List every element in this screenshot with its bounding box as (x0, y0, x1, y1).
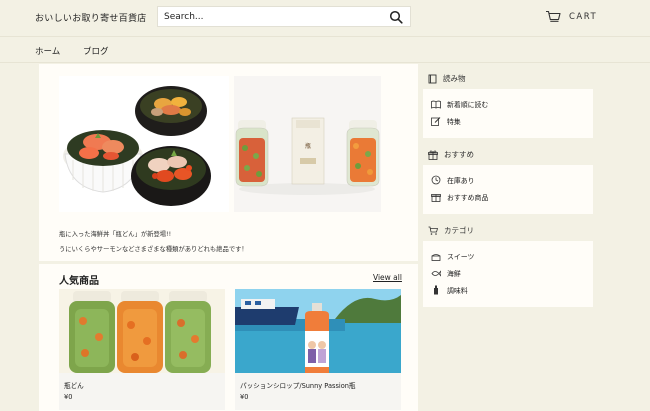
cart-icon (546, 10, 561, 22)
sidebar-box-category: スイーツ 海鮮 調味料 (423, 241, 593, 307)
product-image[interactable] (235, 289, 401, 373)
site-header: おいしいお取り寄せ百貨店 CART (0, 0, 650, 36)
product-image[interactable] (59, 289, 225, 373)
sidebar-item-label: 調味料 (447, 287, 468, 295)
cart-button[interactable]: CART (545, 9, 597, 25)
sidebar-heading-label: 読み物 (443, 74, 466, 83)
svg-text:瓶: 瓶 (305, 142, 311, 150)
sidebar-heading-label: カテゴリ (444, 226, 474, 235)
sidebar-item-feature[interactable]: 特集 (431, 116, 461, 126)
sidebar-item-in-stock[interactable]: 在庫あり (431, 175, 475, 185)
popular-products-title: 人気商品 (59, 276, 99, 287)
cake-icon (431, 253, 441, 261)
book-icon (428, 74, 437, 83)
fish-icon (431, 269, 441, 277)
nav-home[interactable]: ホーム (35, 45, 60, 57)
sidebar-item-sweets[interactable]: スイーツ (431, 251, 474, 261)
sidebar-heading-label: おすすめ (444, 150, 474, 159)
main-content: 瓶 瓶に入った海鮮丼「瓶どん」が新登場!! うにいくらやサーモンなどさまざまな種… (39, 64, 418, 411)
sidebar-item-label: 海鮮 (447, 270, 461, 278)
main-nav: ホーム ブログ (0, 36, 650, 63)
hero-image-bottles[interactable]: 瓶 (234, 76, 381, 212)
sidebar-item-newest[interactable]: 新着順に読む (431, 99, 488, 109)
product-price: ¥0 (240, 393, 249, 401)
sidebar-item-label: スイーツ (447, 253, 475, 261)
hero-caption-line2: うにいくらやサーモンなどさまざまな種類がありどれも絶品です！ (59, 246, 248, 253)
cart-icon (428, 226, 438, 235)
sidebar-heading-category: カテゴリ (428, 225, 474, 236)
clock-icon (431, 175, 441, 185)
product-card[interactable]: 瓶どん ¥0 (59, 289, 225, 410)
edit-icon (431, 116, 441, 126)
hero-caption-line1: 瓶に入った海鮮丼「瓶どん」が新登場!! (59, 231, 172, 238)
sidebar-box-recommend: 在庫あり おすすめ商品 (423, 165, 593, 214)
gift-icon (428, 150, 438, 160)
search-box (157, 6, 411, 27)
sidebar-heading-recommend: おすすめ (428, 149, 474, 160)
bottle-icon (434, 285, 438, 295)
sidebar-item-recommended-products[interactable]: おすすめ商品 (431, 192, 488, 202)
product-name[interactable]: 瓶どん (64, 380, 84, 390)
view-all-link[interactable]: View all (373, 273, 402, 282)
hero-image-bowls[interactable] (59, 76, 229, 212)
sidebar-item-label: 在庫あり (447, 177, 475, 185)
product-name[interactable]: パッションシロップ/Sunny Passion瓶 (240, 380, 356, 390)
section-divider (39, 261, 418, 264)
sidebar-heading-reading: 読み物 (428, 73, 466, 84)
nav-blog[interactable]: ブログ (83, 45, 109, 57)
sidebar-item-seasoning[interactable]: 調味料 (431, 285, 468, 295)
sidebar-item-seafood[interactable]: 海鮮 (431, 268, 461, 278)
open-book-icon (431, 100, 441, 109)
product-price: ¥0 (64, 393, 73, 401)
sidebar-item-label: おすすめ商品 (447, 194, 489, 202)
store-name[interactable]: おいしいお取り寄せ百貨店 (35, 11, 147, 24)
search-icon[interactable] (389, 10, 403, 24)
gift-icon (431, 194, 441, 202)
hero-images: 瓶 (59, 76, 399, 213)
sidebar-box-reading: 新着順に読む 特集 (423, 89, 593, 138)
sidebar-item-label: 新着順に読む (447, 101, 489, 109)
product-card[interactable]: パッションシロップ/Sunny Passion瓶 ¥0 (235, 289, 401, 410)
sidebar-item-label: 特集 (447, 118, 461, 126)
search-input[interactable] (158, 7, 383, 26)
cart-label: CART (569, 12, 598, 22)
